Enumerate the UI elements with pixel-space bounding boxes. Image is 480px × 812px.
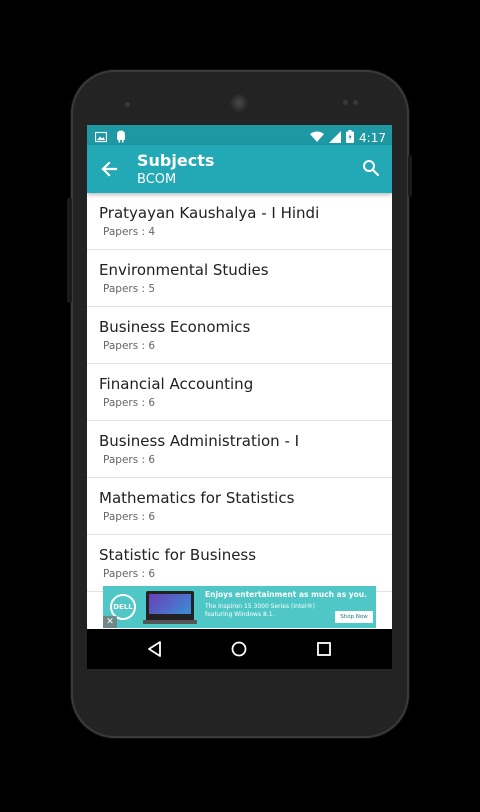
list-item[interactable]: Financial Accounting Papers : 6 xyxy=(87,364,392,421)
back-triangle-icon xyxy=(148,641,161,657)
nav-recents-button[interactable] xyxy=(314,639,334,659)
status-time: 4:17 xyxy=(359,130,386,145)
subject-papers: Papers : 6 xyxy=(103,454,156,466)
search-button[interactable] xyxy=(362,159,380,177)
page-title: Subjects xyxy=(137,151,215,170)
nav-back-button[interactable] xyxy=(145,639,165,659)
subject-title: Mathematics for Statistics xyxy=(99,489,295,507)
power-button xyxy=(408,155,412,197)
subject-title: Financial Accounting xyxy=(99,375,254,393)
volume-button xyxy=(67,198,72,303)
subject-title: Environmental Studies xyxy=(99,261,269,279)
subject-papers: Papers : 6 xyxy=(103,568,156,580)
list-item[interactable]: Statistic for Business Papers : 6 xyxy=(87,535,392,592)
arrow-left-icon xyxy=(101,161,118,177)
subject-papers: Papers : 4 xyxy=(103,226,156,238)
ad-body: The Inspiron 15 3000 Series (Intel®) fea… xyxy=(205,603,315,618)
page-subtitle: BCOM xyxy=(137,172,177,187)
subject-title: Statistic for Business xyxy=(99,546,257,564)
home-circle-icon xyxy=(231,641,247,657)
light-sensor-2 xyxy=(353,100,358,105)
front-camera xyxy=(230,94,248,112)
list-item[interactable]: Business Administration - I Papers : 6 xyxy=(87,421,392,478)
screen: 4:17 Subjects BCOM Pratyayan Kaushalya -… xyxy=(87,125,392,669)
recents-square-icon xyxy=(317,642,331,656)
subject-papers: Papers : 6 xyxy=(103,340,156,352)
proximity-sensor xyxy=(125,102,130,107)
list-item[interactable]: Environmental Studies Papers : 5 xyxy=(87,250,392,307)
ad-shop-now-button[interactable]: Shop Now xyxy=(335,611,373,623)
laptop-image xyxy=(143,591,197,624)
status-bar: 4:17 xyxy=(87,125,392,145)
subject-title: Pratyayan Kaushalya - I Hindi xyxy=(99,204,320,222)
list-item[interactable]: Pratyayan Kaushalya - I Hindi Papers : 4 xyxy=(87,193,392,250)
ad-banner[interactable]: DELL Enjoys entertainment as much as you… xyxy=(103,586,376,628)
ad-close-button[interactable]: ✕ xyxy=(103,616,117,628)
subject-papers: Papers : 6 xyxy=(103,511,156,523)
list-item[interactable]: Business Economics Papers : 6 xyxy=(87,307,392,364)
subject-title: Business Administration - I xyxy=(99,432,300,450)
list-item[interactable]: Mathematics for Statistics Papers : 6 xyxy=(87,478,392,535)
subject-papers: Papers : 5 xyxy=(103,283,156,295)
ad-headline: Enjoys entertainment as much as you. xyxy=(205,590,367,599)
search-icon xyxy=(363,160,380,177)
light-sensor xyxy=(343,100,348,105)
subject-title: Business Economics xyxy=(99,318,251,336)
nav-home-button[interactable] xyxy=(229,639,249,659)
subject-papers: Papers : 6 xyxy=(103,397,156,409)
navigation-bar xyxy=(87,629,392,669)
back-button[interactable] xyxy=(99,159,119,179)
subjects-list: Pratyayan Kaushalya - I Hindi Papers : 4… xyxy=(87,193,392,592)
app-bar: Subjects BCOM xyxy=(87,145,392,193)
